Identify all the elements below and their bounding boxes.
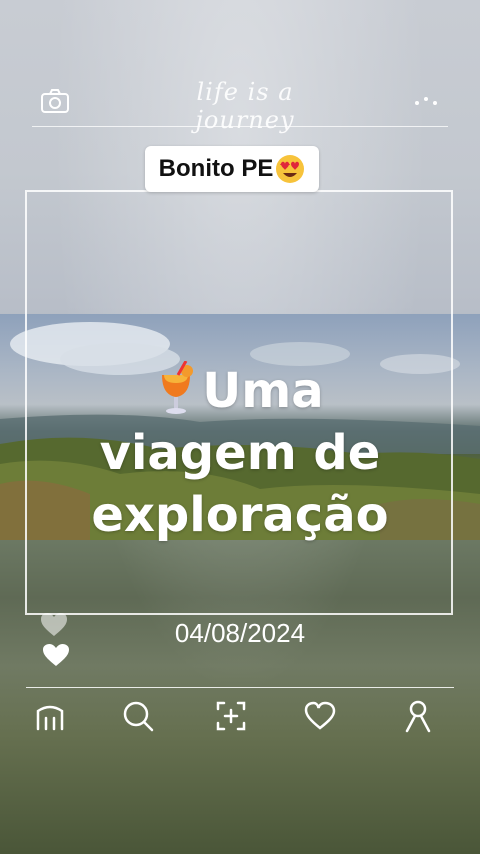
location-tag-label: Bonito PE <box>158 155 274 182</box>
add-icon[interactable] <box>214 699 248 733</box>
header-bar: life is a journey <box>0 0 480 134</box>
title-line-3: exploração <box>91 487 389 543</box>
title-line-1-text: Uma <box>202 363 324 419</box>
camera-icon[interactable] <box>40 88 70 114</box>
nav-divider <box>26 687 454 688</box>
search-icon[interactable] <box>121 699 155 733</box>
profile-icon[interactable] <box>401 699 435 733</box>
heart-icon[interactable] <box>303 699 337 733</box>
header-script-text: life is a journey <box>195 78 295 134</box>
title-line-1: Uma <box>40 360 440 422</box>
tropical-drink-icon <box>162 361 194 414</box>
heart-icon-faded <box>41 613 67 636</box>
header-divider <box>32 126 448 127</box>
post-date: 04/08/2024 <box>174 618 306 648</box>
home-icon[interactable] <box>33 699 67 733</box>
heart-eyes-emoji-icon <box>276 155 305 183</box>
title-text: Uma viagem de exploração <box>40 360 440 546</box>
bottom-nav <box>0 695 480 741</box>
more-dots-icon[interactable] <box>412 95 442 107</box>
title-line-2: viagem de <box>99 425 381 481</box>
location-tag: Bonito PE <box>145 146 319 192</box>
like-heart-icon[interactable] <box>42 643 70 667</box>
